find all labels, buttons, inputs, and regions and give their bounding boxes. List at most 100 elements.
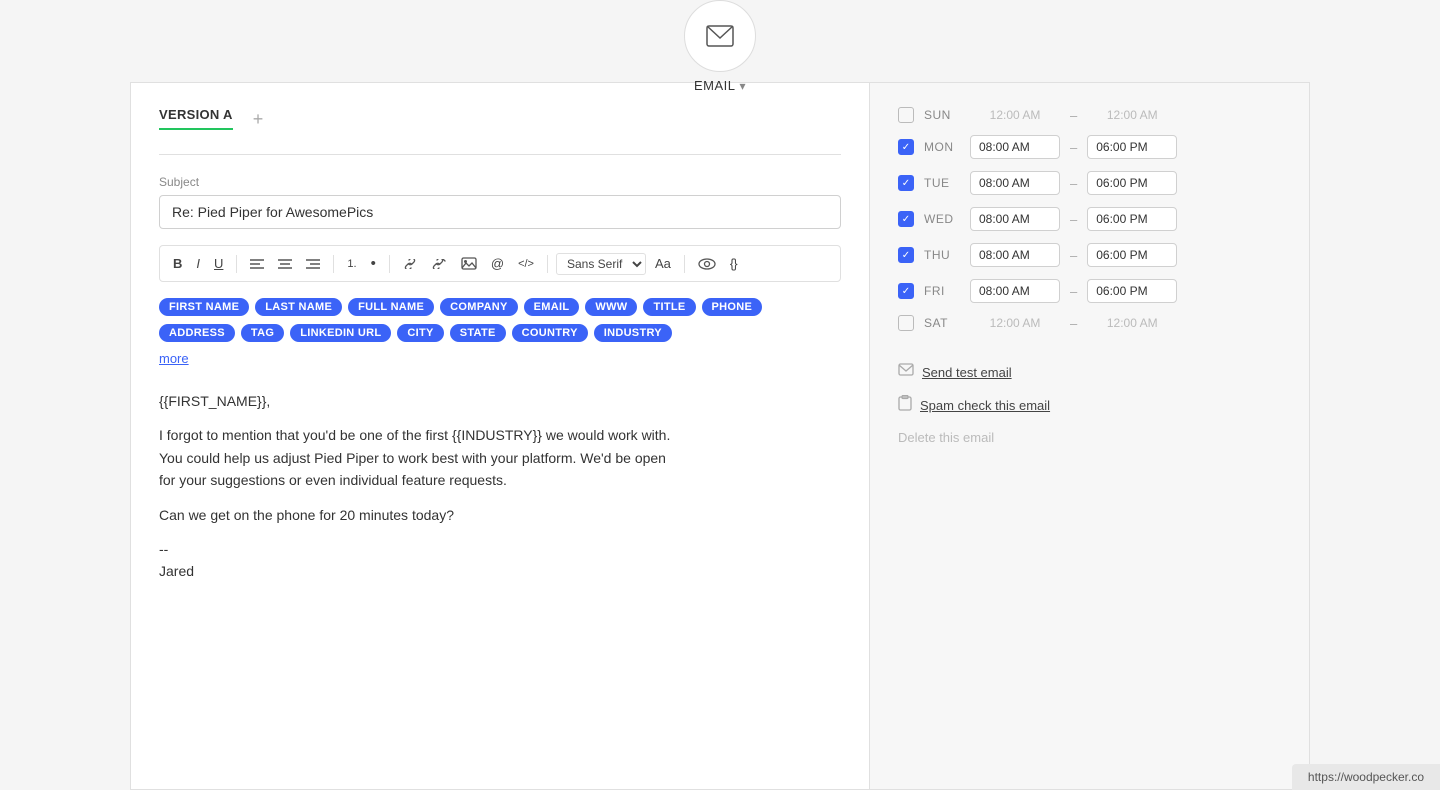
mon-checkbox[interactable] <box>898 139 914 155</box>
tue-checkbox[interactable] <box>898 175 914 191</box>
unordered-list-button[interactable]: • <box>366 252 381 275</box>
email-label-row: EMAIL ▾ <box>694 78 746 93</box>
toolbar-sep-3 <box>389 255 390 273</box>
schedule-row-sat: SAT 12:00 AM – 12:00 AM <box>898 315 1281 331</box>
tag-www[interactable]: WWW <box>585 298 637 316</box>
add-version-button[interactable]: + <box>249 110 268 128</box>
align-left-button[interactable] <box>245 255 269 273</box>
sat-start: 12:00 AM <box>970 316 1060 330</box>
mention-button[interactable]: @ <box>486 253 509 274</box>
thu-end-input[interactable] <box>1087 243 1177 267</box>
send-test-icon <box>898 363 914 381</box>
email-line-1: {{FIRST_NAME}}, <box>159 390 841 412</box>
tue-sep: – <box>1070 176 1077 191</box>
link-button[interactable] <box>398 256 422 272</box>
mon-end-input[interactable] <box>1087 135 1177 159</box>
sat-checkbox[interactable] <box>898 315 914 331</box>
sun-start: 12:00 AM <box>970 108 1060 122</box>
preview-button[interactable] <box>693 255 721 273</box>
tags-row-1: FIRST NAME LAST NAME FULL NAME COMPANY E… <box>159 298 841 316</box>
link-icon <box>403 259 417 269</box>
sat-sep: – <box>1070 316 1077 331</box>
tag-full-name[interactable]: FULL NAME <box>348 298 434 316</box>
mon-sep: – <box>1070 140 1077 155</box>
chevron-down-icon[interactable]: ▾ <box>739 79 746 93</box>
fri-sep: – <box>1070 284 1077 299</box>
tue-start-input[interactable] <box>970 171 1060 195</box>
ordered-list-button[interactable]: 1. <box>342 255 361 273</box>
version-tab-label: VERSION A <box>159 107 233 122</box>
bold-button[interactable]: B <box>168 253 187 274</box>
tag-title[interactable]: TITLE <box>643 298 695 316</box>
version-a-tab[interactable]: VERSION A <box>159 107 233 130</box>
tag-state[interactable]: STATE <box>450 324 506 342</box>
divider-line <box>159 154 841 155</box>
wed-checkbox[interactable] <box>898 211 914 227</box>
preview-icon <box>698 258 716 270</box>
fri-checkbox[interactable] <box>898 283 914 299</box>
signature-name: Jared <box>159 563 194 579</box>
tag-city[interactable]: CITY <box>397 324 443 342</box>
right-panel: SUN 12:00 AM – 12:00 AM MON – TUE <box>870 82 1310 790</box>
send-test-link[interactable]: Send test email <box>922 365 1012 380</box>
unlink-button[interactable] <box>426 256 452 272</box>
fri-end-input[interactable] <box>1087 279 1177 303</box>
main-content: VERSION A + Subject B I U <box>0 82 1440 790</box>
spam-check-icon <box>898 395 912 415</box>
toggle-button[interactable]: {} <box>725 253 742 274</box>
tag-industry[interactable]: INDUSTRY <box>594 324 672 342</box>
tag-address[interactable]: ADDRESS <box>159 324 235 342</box>
tag-tag[interactable]: TAG <box>241 324 284 342</box>
thu-checkbox[interactable] <box>898 247 914 263</box>
tag-company[interactable]: COMPANY <box>440 298 518 316</box>
email-line-6: Can we get on the phone for 20 minutes t… <box>159 504 841 526</box>
page-wrapper: EMAIL ▾ VERSION A + Subject B I U <box>0 0 1440 790</box>
email-body: {{FIRST_NAME}}, I forgot to mention that… <box>159 386 841 599</box>
tag-phone[interactable]: PHONE <box>702 298 763 316</box>
spam-check-link[interactable]: Spam check this email <box>920 398 1050 413</box>
more-tags-link[interactable]: more <box>159 351 189 366</box>
delete-link[interactable]: Delete this email <box>898 430 994 445</box>
schedule-row-fri: FRI – <box>898 279 1281 303</box>
spam-check-row[interactable]: Spam check this email <box>898 395 1281 415</box>
signature-dash: -- <box>159 541 168 557</box>
email-icon-circle <box>684 0 756 72</box>
tag-last-name[interactable]: LAST NAME <box>255 298 342 316</box>
thu-start-input[interactable] <box>970 243 1060 267</box>
tag-email[interactable]: EMAIL <box>524 298 580 316</box>
version-tabs: VERSION A + <box>159 107 841 130</box>
url-text: https://woodpecker.co <box>1308 770 1424 784</box>
wed-start-input[interactable] <box>970 207 1060 231</box>
code-button[interactable]: </> <box>513 255 539 273</box>
schedule-row-tue: TUE – <box>898 171 1281 195</box>
align-right-icon <box>306 258 320 270</box>
send-test-row[interactable]: Send test email <box>898 363 1281 381</box>
italic-button[interactable]: I <box>191 253 205 274</box>
tue-end-input[interactable] <box>1087 171 1177 195</box>
font-size-button[interactable]: Aa <box>650 253 676 274</box>
image-button[interactable] <box>456 254 482 273</box>
align-center-icon <box>278 258 292 270</box>
fri-start-input[interactable] <box>970 279 1060 303</box>
tag-first-name[interactable]: FIRST NAME <box>159 298 249 316</box>
align-right-button[interactable] <box>301 255 325 273</box>
delete-row[interactable]: Delete this email <box>898 429 1281 447</box>
align-center-button[interactable] <box>273 255 297 273</box>
thu-label: THU <box>924 248 960 262</box>
sun-sep: – <box>1070 108 1077 123</box>
subject-label: Subject <box>159 175 841 189</box>
tag-country[interactable]: COUNTRY <box>512 324 588 342</box>
subject-input[interactable] <box>159 195 841 229</box>
tag-linkedin-url[interactable]: LINKEDIN URL <box>290 324 391 342</box>
sun-label: SUN <box>924 108 960 122</box>
sun-end: 12:00 AM <box>1087 108 1177 122</box>
email-icon-header: EMAIL ▾ <box>684 0 756 93</box>
font-family-select[interactable]: Sans Serif <box>556 253 646 275</box>
align-left-icon <box>250 258 264 270</box>
schedule-row-wed: WED – <box>898 207 1281 231</box>
sun-checkbox[interactable] <box>898 107 914 123</box>
wed-end-input[interactable] <box>1087 207 1177 231</box>
wed-label: WED <box>924 212 960 226</box>
mon-start-input[interactable] <box>970 135 1060 159</box>
underline-button[interactable]: U <box>209 253 228 274</box>
